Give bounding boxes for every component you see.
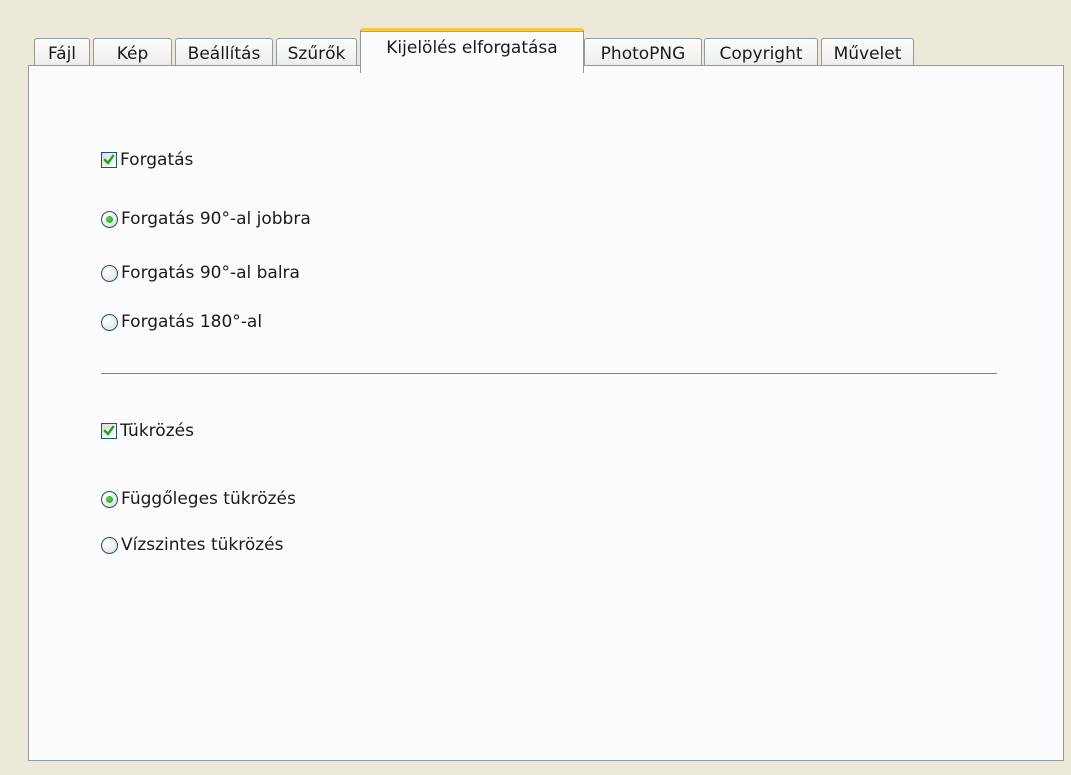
radio-rotate-180[interactable] bbox=[101, 313, 118, 331]
rotation-option-label: Forgatás 90°-al balra bbox=[121, 263, 300, 283]
mirror-option-horizontal[interactable]: Vízszintes tükrözés bbox=[101, 533, 283, 557]
dialog-window: Fájl Kép Beállítás Szűrők Kijelölés elfo… bbox=[6, 6, 1064, 766]
rotation-option-label: Forgatás 90°-al jobbra bbox=[121, 209, 311, 229]
rotation-checkbox-label: Forgatás bbox=[120, 150, 194, 170]
radio-rotate-90-right[interactable] bbox=[101, 210, 118, 228]
rotation-option-90-right[interactable]: Forgatás 90°-al jobbra bbox=[101, 207, 311, 231]
radio-selected-dot-icon bbox=[106, 495, 113, 503]
radio-mirror-horizontal[interactable] bbox=[101, 536, 118, 554]
rotation-checkbox-row[interactable]: Forgatás bbox=[101, 148, 193, 172]
radio-mirror-vertical[interactable] bbox=[101, 490, 118, 508]
radio-selected-dot-icon bbox=[106, 215, 113, 223]
mirror-option-vertical[interactable]: Függőleges tükrözés bbox=[101, 487, 296, 511]
rotation-option-90-left[interactable]: Forgatás 90°-al balra bbox=[101, 261, 300, 285]
mirror-checkbox[interactable] bbox=[101, 423, 117, 439]
mirror-checkbox-label: Tükrözés bbox=[120, 421, 194, 441]
rotation-checkbox[interactable] bbox=[101, 152, 117, 168]
check-mark-icon bbox=[103, 425, 115, 436]
check-mark-icon bbox=[103, 154, 115, 165]
mirror-option-label: Függőleges tükrözés bbox=[121, 489, 296, 509]
tab-page-kijeloles-elforgatasa: Forgatás Forgatás 90°-al jobbra Forgatás… bbox=[28, 65, 1064, 761]
rotation-option-label: Forgatás 180°-al bbox=[121, 312, 263, 332]
section-separator bbox=[101, 373, 997, 375]
rotation-option-180[interactable]: Forgatás 180°-al bbox=[101, 310, 262, 334]
tab-kijeloles-elforgatasa[interactable]: Kijelölés elforgatása bbox=[360, 28, 584, 73]
radio-rotate-90-left[interactable] bbox=[101, 264, 118, 282]
mirror-checkbox-row[interactable]: Tükrözés bbox=[101, 419, 194, 443]
mirror-option-label: Vízszintes tükrözés bbox=[121, 535, 284, 555]
